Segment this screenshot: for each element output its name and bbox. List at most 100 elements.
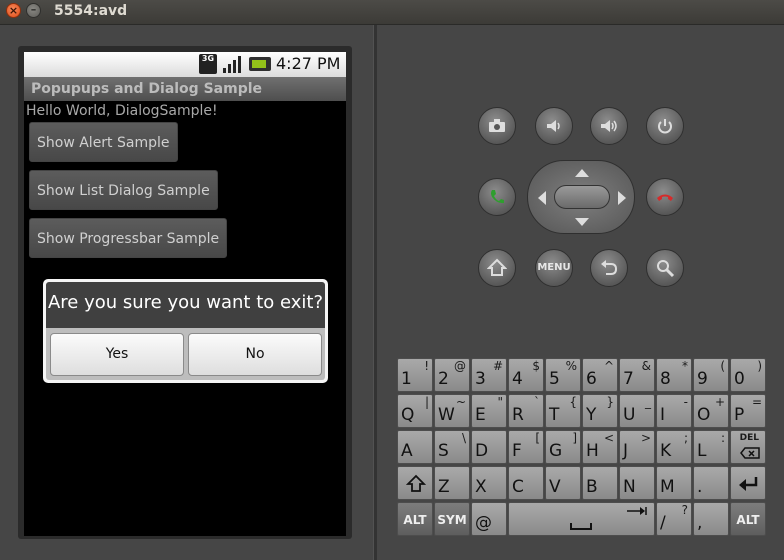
key-d[interactable]: D <box>471 430 507 464</box>
dialog-button-bar: Yes No <box>46 328 325 380</box>
dpad-center-button[interactable] <box>554 185 610 209</box>
minimize-icon: – <box>30 3 37 16</box>
yes-button[interactable]: Yes <box>50 333 184 376</box>
key-p[interactable]: P = <box>730 394 766 428</box>
key-z[interactable]: Z <box>434 466 470 500</box>
key-4[interactable]: 4 $ <box>508 358 544 392</box>
key-label: 0 <box>734 369 745 389</box>
key-alt-label: ] <box>572 431 577 445</box>
search-button[interactable] <box>646 249 684 287</box>
key-alt-label: $ <box>532 359 540 373</box>
key-j[interactable]: J > <box>619 430 655 464</box>
key-alt-label: ` <box>534 395 540 409</box>
key-2[interactable]: 2 @ <box>434 358 470 392</box>
back-button[interactable] <box>590 249 628 287</box>
key-m[interactable]: M <box>656 466 692 500</box>
key-label: J <box>623 441 629 461</box>
network-3g-icon: 3G <box>199 54 217 74</box>
key-comma[interactable]: , <box>693 502 729 536</box>
show-alert-button[interactable]: Show Alert Sample <box>29 122 178 162</box>
key-label: V <box>549 477 561 497</box>
key-label: 6 <box>586 369 597 389</box>
key-g[interactable]: G] <box>545 430 581 464</box>
key-s[interactable]: S \ <box>434 430 470 464</box>
key-alt-label: ) <box>757 359 762 373</box>
key-alt-label: < <box>603 431 614 445</box>
key-sym[interactable]: SYM <box>434 502 470 536</box>
menu-button[interactable]: MENU <box>535 249 573 287</box>
key-u[interactable]: U _ <box>619 394 655 428</box>
power-button[interactable] <box>646 107 684 145</box>
key-alt-label: ? <box>681 503 688 517</box>
key-e[interactable]: E " <box>471 394 507 428</box>
key-at[interactable]: @ <box>471 502 507 536</box>
key-n[interactable]: N <box>619 466 655 500</box>
key-label: N <box>623 477 636 497</box>
key-alt-label: % <box>565 359 577 373</box>
dpad-down-icon[interactable] <box>575 218 589 226</box>
volume-up-button[interactable] <box>590 107 628 145</box>
show-list-dialog-button[interactable]: Show List Dialog Sample <box>29 170 218 210</box>
key-label: ALT <box>736 513 760 527</box>
key-alt-label: > <box>640 431 651 445</box>
key-period[interactable]: . <box>693 466 729 500</box>
signal-strength-icon <box>223 56 241 73</box>
key-f[interactable]: F[ <box>508 430 544 464</box>
key-alt-label: \ <box>461 431 466 445</box>
key-alt-right[interactable]: ALT <box>730 502 766 536</box>
key-l[interactable]: L: <box>693 430 729 464</box>
key-7[interactable]: 7 & <box>619 358 655 392</box>
end-call-button[interactable] <box>646 178 684 216</box>
key-0[interactable]: 0) <box>730 358 766 392</box>
camera-button[interactable] <box>478 107 516 145</box>
show-progressbar-button[interactable]: Show Progressbar Sample <box>29 218 228 258</box>
key-alt-label: @ <box>454 359 466 373</box>
key-i[interactable]: I- <box>656 394 692 428</box>
key-shift[interactable] <box>397 466 433 500</box>
key-label: S <box>438 441 449 461</box>
dpad[interactable] <box>527 160 635 234</box>
key-k[interactable]: K; <box>656 430 692 464</box>
key-8[interactable]: 8 * <box>656 358 692 392</box>
key-5[interactable]: 5% <box>545 358 581 392</box>
key-q[interactable]: Q | <box>397 394 433 428</box>
dpad-up-icon[interactable] <box>575 169 589 177</box>
key-9[interactable]: 9( <box>693 358 729 392</box>
key-b[interactable]: B <box>582 466 618 500</box>
key-3[interactable]: 3 # <box>471 358 507 392</box>
key-label: U <box>623 405 636 425</box>
volume-down-icon <box>547 120 560 132</box>
key-t[interactable]: T{ <box>545 394 581 428</box>
key-slash[interactable]: /? <box>656 502 692 536</box>
key-label: L <box>697 441 707 461</box>
key-del[interactable]: DEL <box>730 430 766 464</box>
key-label: T <box>549 405 560 425</box>
search-icon <box>657 260 675 278</box>
key-space[interactable] <box>508 502 655 536</box>
key-enter[interactable] <box>730 466 766 500</box>
key-alt-label: { <box>569 395 577 409</box>
key-label: P <box>734 405 745 425</box>
dpad-left-icon[interactable] <box>538 191 546 205</box>
key-r[interactable]: R ` <box>508 394 544 428</box>
call-icon <box>491 190 504 204</box>
key-w[interactable]: W ~ <box>434 394 470 428</box>
dpad-right-icon[interactable] <box>618 191 626 205</box>
key-1[interactable]: 1! <box>397 358 433 392</box>
key-6[interactable]: 6 ^ <box>582 358 618 392</box>
home-button[interactable] <box>478 249 516 287</box>
volume-down-button[interactable] <box>535 107 573 145</box>
key-x[interactable]: X <box>471 466 507 500</box>
window-minimize-button[interactable]: – <box>26 3 41 18</box>
key-label: 5 <box>549 369 560 389</box>
key-y[interactable]: Y} <box>582 394 618 428</box>
key-h[interactable]: H < <box>582 430 618 464</box>
key-c[interactable]: C <box>508 466 544 500</box>
window-close-button[interactable]: × <box>6 3 21 18</box>
key-v[interactable]: V <box>545 466 581 500</box>
key-o[interactable]: O + <box>693 394 729 428</box>
no-button[interactable]: No <box>188 333 322 376</box>
call-button[interactable] <box>478 178 516 216</box>
key-alt-left[interactable]: ALT <box>397 502 433 536</box>
key-a[interactable]: A <box>397 430 433 464</box>
